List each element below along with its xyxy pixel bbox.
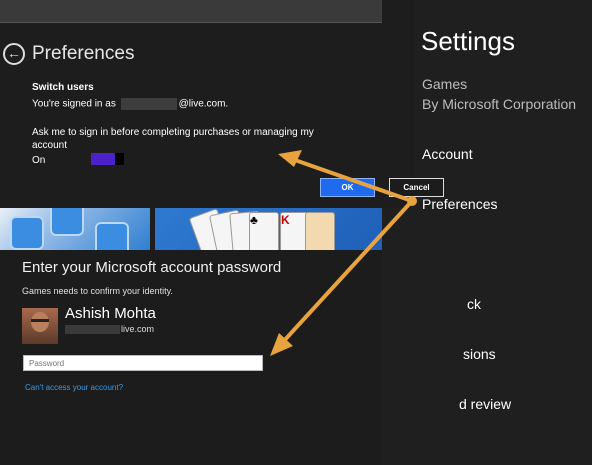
- arrow-to-password: [270, 199, 414, 356]
- annotation-arrows: [270, 150, 417, 356]
- arrow-origin: [407, 196, 417, 206]
- arrow-to-toggle: [278, 150, 414, 203]
